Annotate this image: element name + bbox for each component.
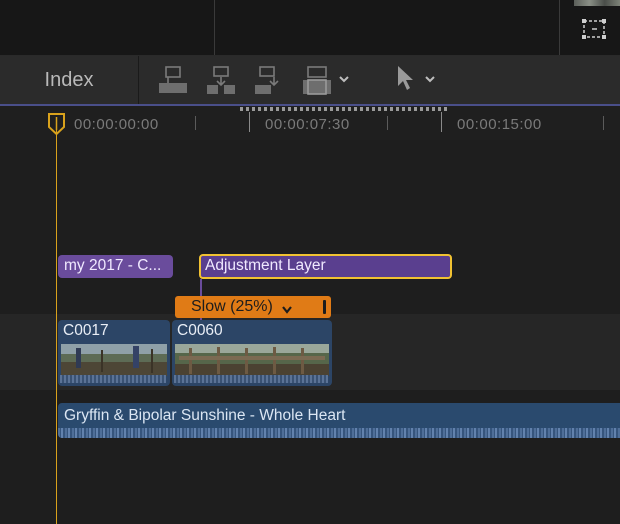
chevron-down-icon[interactable] bbox=[337, 72, 351, 86]
transform-icon[interactable] bbox=[580, 17, 608, 41]
clip-filmstrip bbox=[61, 344, 167, 376]
audio-waveform bbox=[58, 428, 620, 438]
pane-divider[interactable] bbox=[214, 0, 215, 55]
chevron-down-icon[interactable] bbox=[423, 72, 437, 86]
audio-waveform bbox=[174, 375, 328, 383]
audio-waveform bbox=[60, 375, 166, 383]
clip-name: C0017 bbox=[63, 322, 109, 339]
range-selection-bar[interactable] bbox=[240, 107, 450, 111]
chevron-down-icon[interactable] bbox=[281, 302, 293, 314]
select-tool-icon[interactable] bbox=[394, 64, 416, 92]
append-clip-icon[interactable] bbox=[252, 63, 286, 97]
overwrite-clip-icon[interactable] bbox=[300, 63, 334, 97]
playhead-icon[interactable] bbox=[48, 113, 65, 136]
title-clip[interactable]: my 2017 - C... bbox=[58, 255, 173, 278]
clip-name: C0060 bbox=[177, 322, 223, 339]
index-button[interactable]: Index bbox=[0, 56, 138, 104]
audio-clip-name: Gryffin & Bipolar Sunshine - Whole Heart bbox=[64, 407, 346, 424]
video-clip[interactable]: C0017 bbox=[58, 320, 170, 386]
insert-clip-icon[interactable] bbox=[204, 63, 238, 97]
ruler-timecode: 00:00:07:30 bbox=[265, 116, 350, 133]
thumbnail-strip bbox=[574, 0, 620, 6]
ruler-timecode: 00:00:00:00 bbox=[74, 116, 159, 133]
retime-handle[interactable] bbox=[323, 300, 326, 314]
ruler-timecode: 00:00:15:00 bbox=[457, 116, 542, 133]
viewer-top-strip bbox=[0, 0, 620, 56]
ruler-tick bbox=[195, 116, 196, 130]
adjustment-layer-clip[interactable]: Adjustment Layer bbox=[199, 254, 452, 279]
ruler-tick bbox=[387, 116, 388, 130]
video-clip[interactable]: C0060 bbox=[172, 320, 332, 386]
retime-label: Slow (25%) bbox=[191, 298, 273, 315]
connect-clip-icon[interactable] bbox=[156, 63, 190, 97]
audio-clip[interactable]: Gryffin & Bipolar Sunshine - Whole Heart bbox=[58, 403, 620, 438]
toolbar-divider bbox=[138, 56, 139, 104]
ruler-tick bbox=[249, 112, 250, 132]
ruler-tick bbox=[441, 112, 442, 132]
playhead-line[interactable] bbox=[56, 118, 57, 524]
retime-bar[interactable]: Slow (25%) bbox=[175, 296, 331, 318]
ruler-tick bbox=[603, 116, 604, 130]
pane-divider[interactable] bbox=[559, 0, 560, 55]
clip-filmstrip bbox=[175, 344, 329, 376]
